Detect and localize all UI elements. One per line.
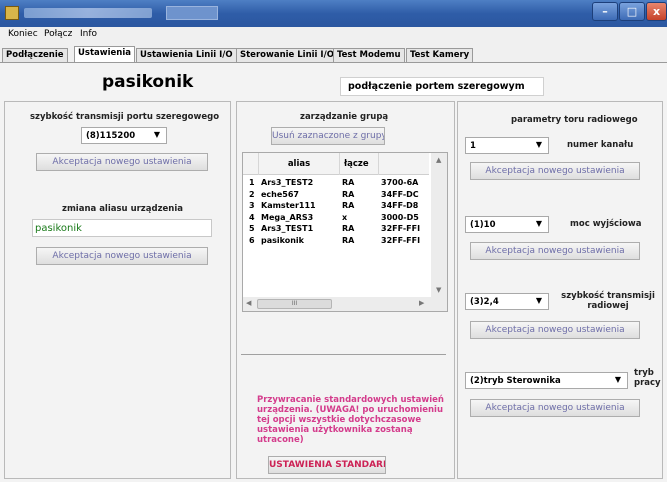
accept-channel-button[interactable]: Akceptacja nowego ustawienia [470, 162, 640, 180]
remove-from-group-button[interactable]: Usuń zaznaczone z grupy [271, 127, 385, 145]
grid-cell-link: RA [342, 224, 355, 233]
grid-cell-link: RA [342, 178, 355, 187]
tab-test-modemu[interactable]: Test Modemu [333, 48, 405, 62]
channel-label: numer kanału [567, 140, 634, 150]
grid-cell-alias: Ars3_TEST1 [261, 224, 314, 233]
baud-rate-value: (8)115200 [86, 131, 136, 141]
tab-sterowanie-linii[interactable]: Sterowanie Linii I/O [236, 48, 338, 62]
grid-cell-alias: pasikonik [261, 235, 304, 245]
grid-cell-alias: Ars3_TEST2 [261, 178, 314, 187]
grid-cell-alias: Kamster111 [261, 201, 316, 210]
device-name: pasikonik [102, 72, 194, 92]
tab-ustawienia-linii[interactable]: Ustawienia Linii I/O [136, 48, 237, 62]
menu-polacz[interactable]: Połącz [44, 29, 72, 39]
scroll-thumb[interactable]: III [257, 299, 332, 309]
table-row[interactable]: 4 Mega_ARS3 x 3000-D5 [243, 213, 429, 224]
grid-cell-address: 32FF-FFI [381, 224, 421, 233]
app-icon [5, 6, 19, 20]
chevron-down-icon: ▼ [535, 219, 542, 228]
grid-cell-address: 34FF-D8 [381, 201, 419, 210]
tab-test-kamery[interactable]: Test Kamery [406, 48, 474, 62]
close-button[interactable]: x [646, 2, 667, 21]
power-label: moc wyjściowa [570, 219, 642, 229]
scroll-up-icon[interactable]: ▲ [436, 156, 441, 164]
grid-cell-index: 3 [249, 201, 255, 210]
grid-cell-link: RA [342, 235, 355, 245]
grid-vertical-scrollbar[interactable]: ▲ ▼ [431, 153, 447, 311]
accept-alias-button[interactable]: Akceptacja nowego ustawienia [36, 247, 208, 265]
chevron-down-icon: ▼ [535, 140, 542, 149]
menu-info[interactable]: Info [80, 29, 97, 39]
group-label: zarządzanie grupą [300, 112, 389, 122]
grid-horizontal-scrollbar[interactable]: ◀ III ▶ [243, 297, 431, 311]
menu-bar: Koniec Połącz Info [0, 27, 667, 44]
mode-select[interactable]: (2)tryb Sterownika ▼ [465, 372, 628, 389]
scroll-left-icon[interactable]: ◀ [246, 299, 251, 307]
power-select[interactable]: (1)10 ▼ [465, 216, 549, 233]
grid-cell-address: 3700-6A [381, 178, 419, 187]
scroll-right-icon[interactable]: ▶ [419, 299, 424, 307]
maximize-button[interactable]: □ [619, 2, 645, 21]
grid-header-index [243, 153, 259, 175]
table-row[interactable]: 6 pasikonik RA 32FF-FFI [243, 236, 429, 247]
mode-value: (2)tryb Sterownika [470, 376, 561, 386]
power-value: (1)10 [470, 220, 496, 230]
baud-rate-label: szybkość transmisji portu szeregowego [30, 112, 220, 122]
grid-cell-index: 4 [249, 212, 255, 222]
radio-speed-value: (3)2,4 [470, 297, 499, 307]
mode-label: tryb pracy [634, 368, 661, 388]
accept-radio-speed-button[interactable]: Akceptacja nowego ustawienia [470, 321, 640, 339]
chevron-down-icon: ▼ [614, 375, 621, 384]
connection-type-field: podłączenie portem szeregowym [340, 77, 544, 96]
table-row[interactable]: 5 Ars3_TEST1 RA 32FF-FFI [243, 224, 429, 235]
grid-cell-alias: Mega_ARS3 [261, 212, 314, 222]
application-window: – □ x Koniec Połącz Info Podłączenie Ust… [0, 0, 667, 482]
restore-defaults-button[interactable]: USTAWIENIA STANDARDOWE [268, 456, 386, 474]
grid-cell-address: 32FF-FFI [381, 235, 421, 245]
grid-cell-link: x [342, 212, 348, 222]
table-row[interactable]: 3 Kamster111 RA 34FF-D8 [243, 201, 429, 212]
taskbar-tab-redacted [166, 6, 218, 20]
window-title-redacted [24, 8, 152, 18]
grid-header-address[interactable] [379, 153, 429, 175]
tab-ustawienia[interactable]: Ustawienia [74, 46, 135, 63]
radio-speed-select[interactable]: (3)2,4 ▼ [465, 293, 549, 310]
chevron-down-icon: ▼ [153, 130, 160, 139]
title-bar: – □ x [0, 0, 667, 27]
alias-input[interactable]: pasikonik [32, 219, 212, 237]
grid-header-link[interactable]: łącze [340, 153, 379, 175]
grid-cell-index: 2 [249, 189, 255, 199]
table-row[interactable]: 2 eche567 RA 34FF-DC [243, 190, 429, 201]
grid-cell-address: 3000-D5 [381, 212, 419, 222]
grid-cell-index: 1 [249, 178, 255, 187]
reset-warning-text: Przywracanie standardowych ustawień urzą… [257, 395, 444, 445]
scroll-down-icon[interactable]: ▼ [436, 286, 441, 294]
group-grid: alias łącze 1 Ars3_TEST2 RA 3700-6A 2 eche567… [242, 152, 448, 312]
tab-strip: Podłączenie Ustawienia Ustawienia Linii … [0, 46, 667, 63]
grid-cell-address: 34FF-DC [381, 189, 419, 199]
grid-cell-link: RA [342, 201, 355, 210]
baud-rate-select[interactable]: (8)115200 ▼ [81, 127, 167, 144]
minimize-button[interactable]: – [592, 2, 618, 21]
alias-label: zmiana aliasu urządzenia [62, 204, 183, 214]
chevron-down-icon: ▼ [535, 296, 542, 305]
grid-cell-alias: eche567 [261, 189, 299, 199]
radio-speed-label: szybkość transmisji radiowej [561, 291, 655, 311]
grid-header-alias[interactable]: alias [259, 153, 340, 175]
grid-header: alias łącze [243, 153, 429, 175]
grid-cell-link: RA [342, 189, 355, 199]
grid-cell-index: 6 [249, 235, 255, 245]
divider [241, 354, 446, 355]
radio-parameters-panel [457, 101, 663, 479]
channel-value: 1 [470, 141, 476, 151]
accept-baud-button[interactable]: Akceptacja nowego ustawienia [36, 153, 208, 171]
tab-podlaczenie[interactable]: Podłączenie [2, 48, 68, 62]
menu-koniec[interactable]: Koniec [8, 29, 38, 39]
accept-mode-button[interactable]: Akceptacja nowego ustawienia [470, 399, 640, 417]
grid-cell-index: 5 [249, 224, 255, 233]
accept-power-button[interactable]: Akceptacja nowego ustawienia [470, 242, 640, 260]
table-row[interactable]: 1 Ars3_TEST2 RA 3700-6A [243, 178, 429, 189]
radio-parameters-title: parametry toru radiowego [511, 115, 638, 125]
channel-select[interactable]: 1 ▼ [465, 137, 549, 154]
